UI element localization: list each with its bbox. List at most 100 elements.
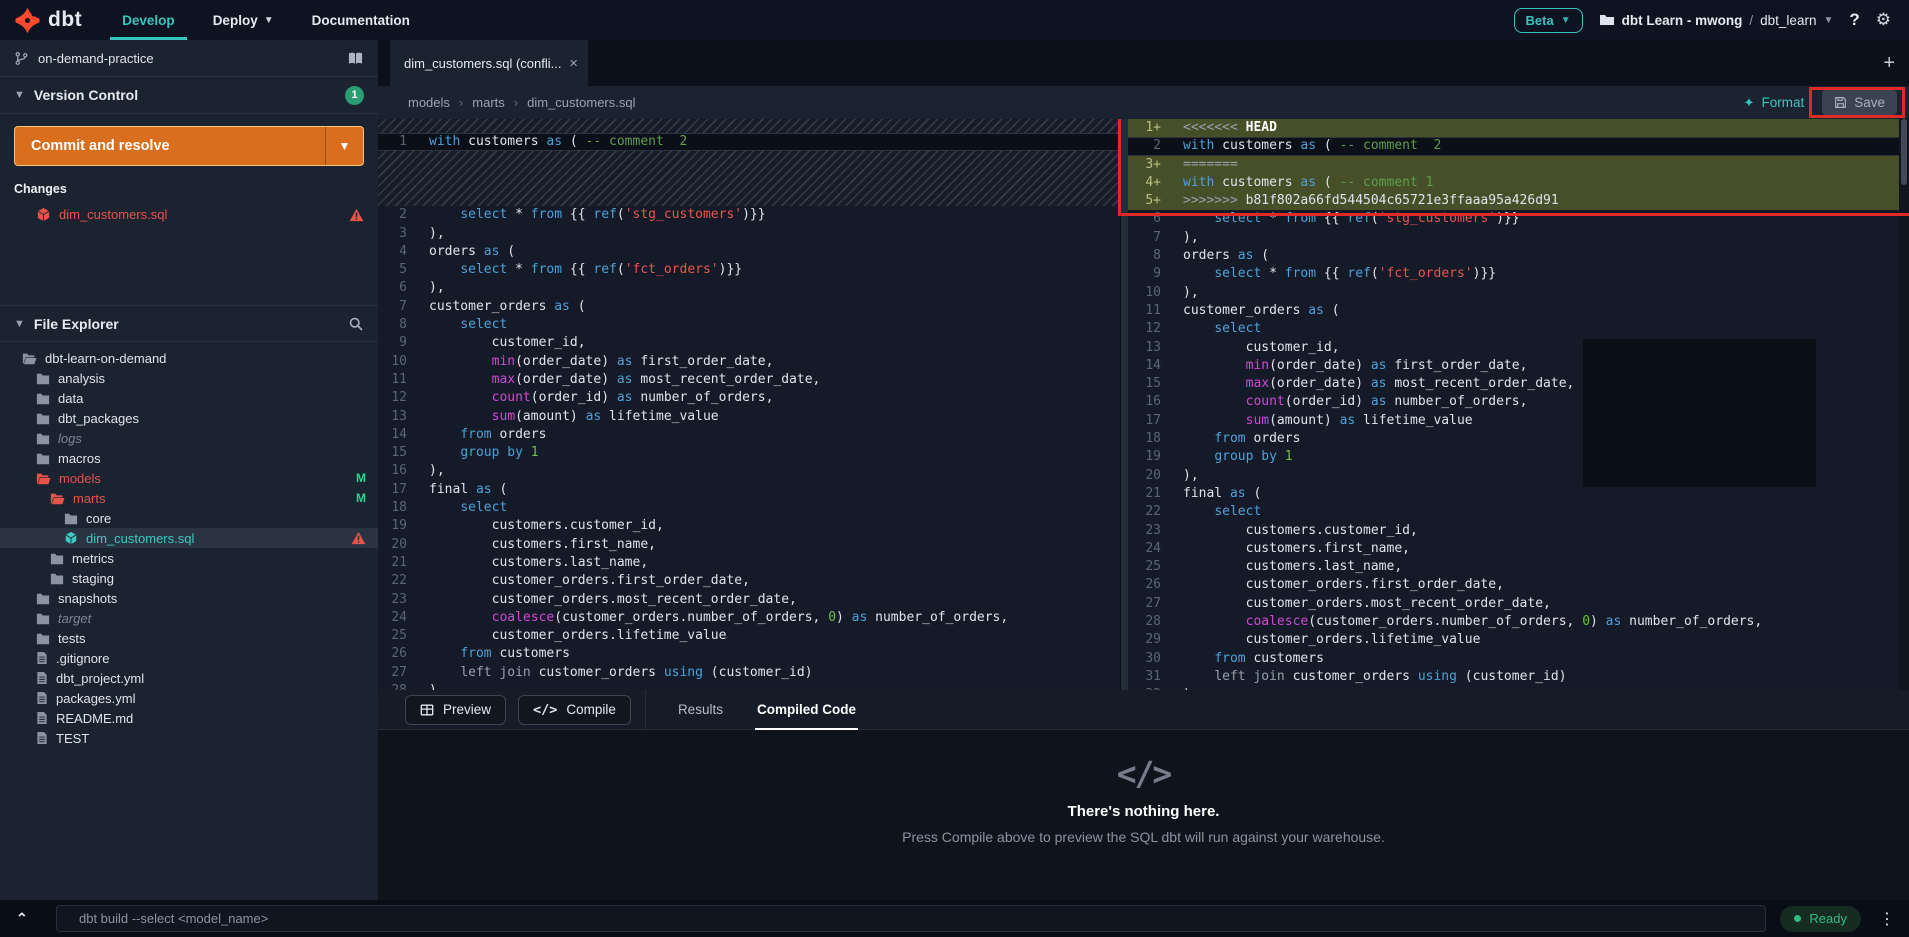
- model-cube-icon: [64, 531, 78, 545]
- tree-item-dbt_project.yml[interactable]: dbt_project.yml: [0, 668, 378, 688]
- line-content: sum(amount) as lifetime_value: [420, 408, 1120, 426]
- line-number: 19: [378, 517, 420, 535]
- line-number: 3: [378, 225, 420, 243]
- tree-item-tests[interactable]: tests: [0, 628, 378, 648]
- line-number: 21: [378, 554, 420, 572]
- new-tab-button[interactable]: +: [1883, 52, 1895, 75]
- line-number: 8: [378, 316, 420, 334]
- editor-tab-dim-customers[interactable]: dim_customers.sql (confli... ×: [390, 40, 588, 86]
- docs-book-icon[interactable]: [347, 51, 364, 66]
- line-content: customer_orders.lifetime_value: [1174, 631, 1909, 649]
- tree-item-README.md[interactable]: README.md: [0, 708, 378, 728]
- file-explorer-header[interactable]: ▼ File Explorer: [0, 305, 378, 342]
- version-control-header[interactable]: ▼ Version Control 1: [0, 77, 378, 114]
- line-number: 7: [378, 298, 420, 316]
- dbt-logo[interactable]: dbt: [14, 7, 82, 34]
- compile-button[interactable]: </> Compile: [518, 695, 631, 725]
- line-number: 20: [1128, 467, 1174, 485]
- save-button[interactable]: Save: [1822, 90, 1897, 115]
- tree-item-data[interactable]: data: [0, 388, 378, 408]
- line-number: 20: [378, 536, 420, 554]
- code-line-12: 12 count(order_id) as number_of_orders,: [378, 389, 1120, 407]
- file-icon: [36, 671, 48, 685]
- code-line-28: 28 coalesce(customer_orders.number_of_or…: [1128, 613, 1909, 631]
- nav-right: Beta ▼ dbt Learn - mwong / dbt_learn ▼ ?…: [1514, 8, 1891, 33]
- line-number: 16: [378, 462, 420, 480]
- tree-item-core[interactable]: core: [0, 508, 378, 528]
- line-content: ): [1174, 686, 1909, 690]
- line-number: 28: [1128, 613, 1174, 631]
- floppy-save-icon: [1834, 96, 1847, 109]
- tree-item-models[interactable]: modelsM: [0, 468, 378, 488]
- tree-item-target[interactable]: target: [0, 608, 378, 628]
- scrollbar-thumb[interactable]: [1901, 119, 1907, 185]
- menu-develop[interactable]: Develop: [122, 0, 175, 40]
- kebab-menu-icon[interactable]: ⋮: [1875, 909, 1899, 929]
- model-cube-icon: [36, 207, 51, 222]
- code-line-3: 3),: [378, 225, 1120, 243]
- tree-item-snapshots[interactable]: snapshots: [0, 588, 378, 608]
- dbt-command-input[interactable]: [56, 905, 1766, 932]
- expand-console-chevron[interactable]: ⌃: [16, 910, 42, 927]
- diff-hatch-filler: [378, 119, 1120, 133]
- tree-item-dbt-learn-on-demand[interactable]: dbt-learn-on-demand: [0, 348, 378, 368]
- settings-gear-icon[interactable]: ⚙: [1876, 10, 1891, 30]
- bottom-panel-header: Preview </> Compile Results Compiled Cod…: [378, 690, 1909, 730]
- line-number: 17: [1128, 412, 1174, 430]
- code-line-32: 32): [1128, 686, 1909, 690]
- tree-item-label: README.md: [56, 711, 133, 726]
- table-grid-icon: [420, 703, 434, 717]
- sparkle-icon: ✦: [1744, 95, 1755, 111]
- chevron-down-icon: ▼: [14, 89, 25, 101]
- tree-item-label: dim_customers.sql: [86, 531, 194, 546]
- account-switcher[interactable]: dbt Learn - mwong / dbt_learn ▼: [1599, 12, 1834, 28]
- tree-item-staging[interactable]: staging: [0, 568, 378, 588]
- tree-item-TEST[interactable]: TEST: [0, 728, 378, 748]
- changed-file-row[interactable]: dim_customers.sql: [0, 202, 378, 227]
- line-content: from customers: [420, 645, 1120, 663]
- tab-title: dim_customers.sql (confli...: [404, 56, 561, 71]
- menu-documentation[interactable]: Documentation: [312, 0, 410, 40]
- code-line-12: 12 select: [1128, 320, 1909, 338]
- preview-button[interactable]: Preview: [405, 695, 506, 725]
- tree-item-logs[interactable]: logs: [0, 428, 378, 448]
- line-number: 11: [378, 371, 420, 389]
- tree-item-analysis[interactable]: analysis: [0, 368, 378, 388]
- breadcrumb-file[interactable]: dim_customers.sql: [527, 95, 635, 110]
- commit-options-chevron[interactable]: ▼: [325, 127, 363, 165]
- tree-item-packages.yml[interactable]: packages.yml: [0, 688, 378, 708]
- editor-scrollbar[interactable]: [1899, 119, 1909, 690]
- search-icon[interactable]: [348, 316, 364, 332]
- line-number: 23: [1128, 522, 1174, 540]
- tab-compiled-code[interactable]: Compiled Code: [755, 690, 858, 730]
- tree-item-marts[interactable]: martsM: [0, 488, 378, 508]
- close-tab-icon[interactable]: ×: [569, 55, 578, 72]
- tree-item-.gitignore[interactable]: .gitignore: [0, 648, 378, 668]
- line-content: count(order_id) as number_of_orders,: [420, 389, 1120, 407]
- file-icon: [36, 731, 48, 745]
- tab-results[interactable]: Results: [676, 690, 725, 730]
- format-button[interactable]: ✦ Format: [1744, 95, 1805, 111]
- git-branch-row[interactable]: on-demand-practice: [0, 40, 378, 77]
- tree-item-metrics[interactable]: metrics: [0, 548, 378, 568]
- line-content: customers.first_name,: [1174, 540, 1909, 558]
- left-code-pane[interactable]: 1with customers as ( -- comment 22 selec…: [378, 119, 1120, 690]
- code-line-6: 6 select * from {{ ref('stg_customers')}…: [1128, 210, 1909, 228]
- pane-divider[interactable]: [1120, 119, 1128, 690]
- tree-item-dbt_packages[interactable]: dbt_packages: [0, 408, 378, 428]
- breadcrumb-marts[interactable]: marts: [472, 95, 505, 110]
- commit-and-resolve-button[interactable]: Commit and resolve ▼: [14, 126, 364, 166]
- version-control-title: Version Control: [34, 87, 138, 103]
- breadcrumb-models[interactable]: models: [408, 95, 450, 110]
- tree-item-macros[interactable]: macros: [0, 448, 378, 468]
- line-number: 31: [1128, 668, 1174, 686]
- code-line-10: 10),: [1128, 284, 1909, 302]
- beta-toggle[interactable]: Beta ▼: [1514, 8, 1583, 33]
- tree-item-dim_customers.sql[interactable]: dim_customers.sql: [0, 528, 378, 548]
- menu-deploy[interactable]: Deploy ▼: [213, 0, 274, 40]
- tree-item-label: dbt_packages: [58, 411, 139, 426]
- help-button[interactable]: ?: [1849, 10, 1859, 30]
- line-content: final as (: [420, 481, 1120, 499]
- code-line-8: 8 select: [378, 316, 1120, 334]
- line-content: ),: [420, 225, 1120, 243]
